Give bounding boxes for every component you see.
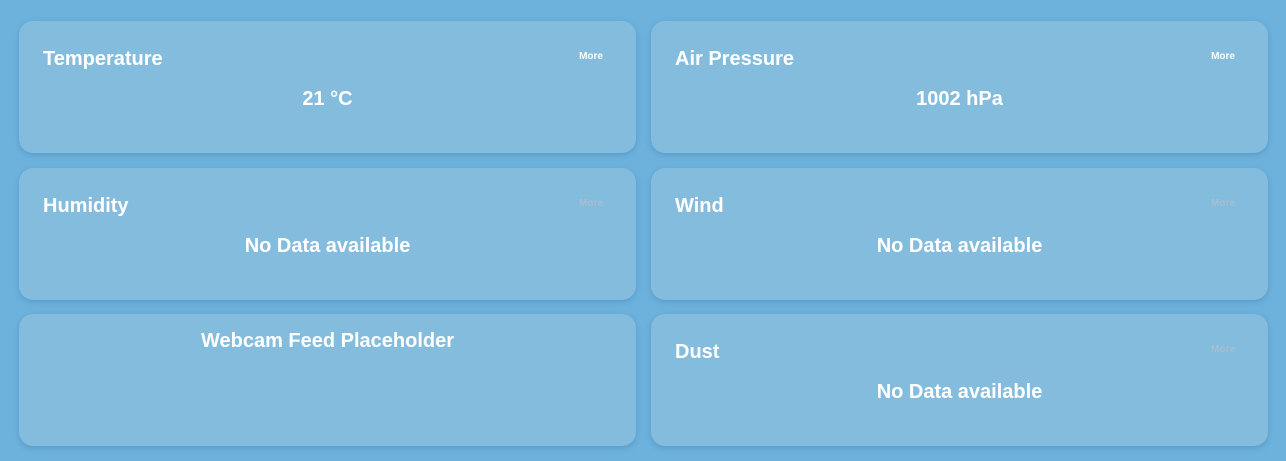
wind-value: No Data available bbox=[876, 235, 1043, 257]
humidity-more-button[interactable]: More bbox=[579, 198, 603, 210]
temperature-more-button[interactable]: More bbox=[579, 51, 603, 63]
humidity-value: No Data available bbox=[244, 235, 411, 257]
wind-card: Wind More No Data available bbox=[651, 168, 1268, 300]
temperature-title: Temperature bbox=[43, 48, 163, 70]
air-pressure-more-button[interactable]: More bbox=[1211, 51, 1235, 63]
dust-title: Dust bbox=[675, 341, 720, 363]
humidity-title: Humidity bbox=[43, 195, 129, 217]
webcam-card: Webcam Feed Placeholder bbox=[19, 314, 636, 446]
dust-value: No Data available bbox=[876, 381, 1043, 403]
webcam-placeholder-text: Webcam Feed Placeholder bbox=[200, 330, 455, 352]
dust-more-button[interactable]: More bbox=[1211, 344, 1235, 356]
air-pressure-value: 1002 hPa bbox=[916, 88, 1003, 110]
dashboard-grid: Temperature More 21 °C Air Pressure More… bbox=[0, 0, 1286, 461]
wind-more-button[interactable]: More bbox=[1211, 198, 1235, 210]
dust-card: Dust More No Data available bbox=[651, 314, 1268, 446]
air-pressure-title: Air Pressure bbox=[675, 48, 794, 70]
air-pressure-card: Air Pressure More 1002 hPa bbox=[651, 21, 1268, 153]
temperature-value: 21 °C bbox=[302, 88, 353, 110]
humidity-card: Humidity More No Data available bbox=[19, 168, 636, 300]
wind-title: Wind bbox=[675, 195, 724, 217]
temperature-card: Temperature More 21 °C bbox=[19, 21, 636, 153]
